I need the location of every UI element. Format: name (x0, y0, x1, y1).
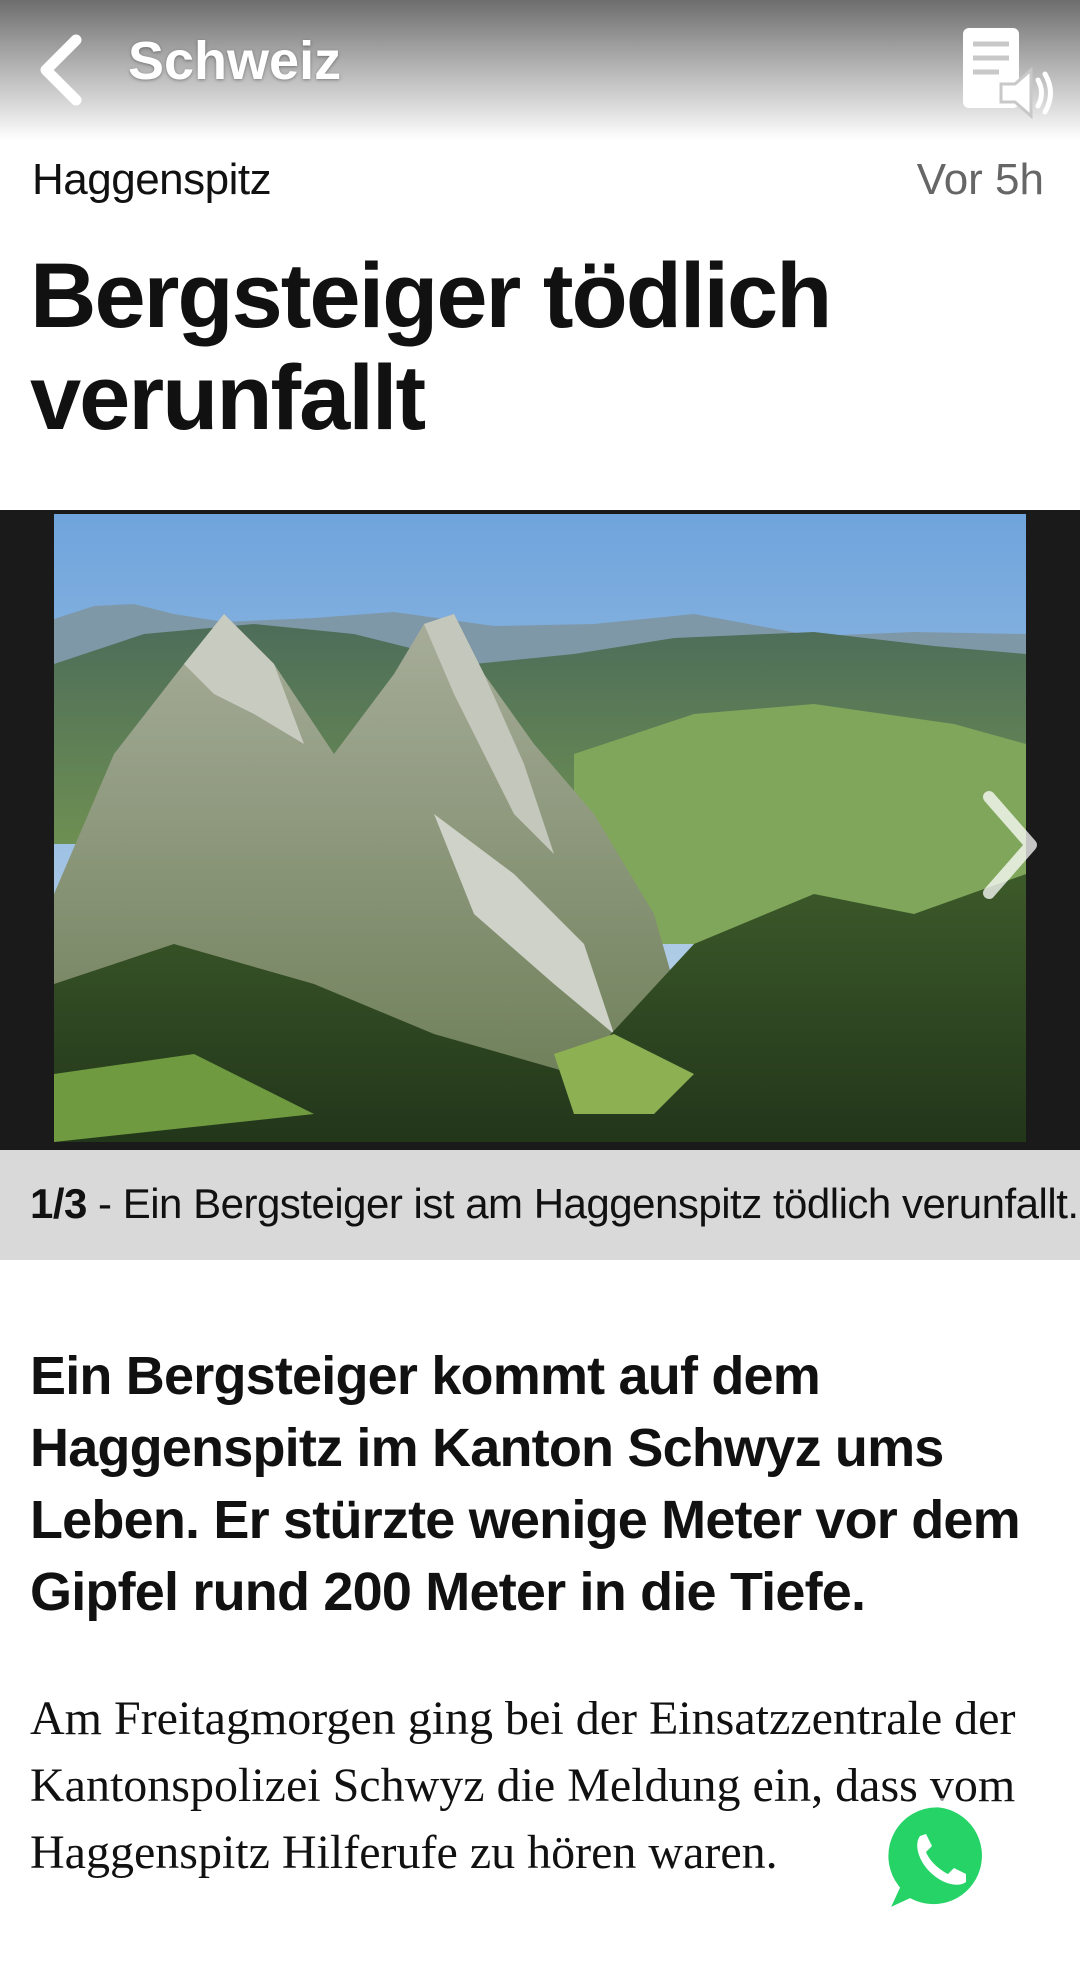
gallery-next-button[interactable] (975, 785, 1045, 905)
gallery-caption: 1/3 - Ein Bergsteiger ist am Haggenspitz… (30, 1180, 1079, 1228)
app-header: Schweiz (0, 0, 1080, 140)
image-gallery[interactable] (0, 510, 1080, 1150)
read-aloud-button[interactable] (955, 22, 1055, 122)
back-button[interactable] (28, 30, 98, 110)
whatsapp-icon (876, 1798, 1002, 1922)
whatsapp-share-button[interactable] (870, 1790, 1010, 1930)
gallery-caption-bar: 1/3 - Ein Bergsteiger ist am Haggenspitz… (0, 1150, 1080, 1260)
read-aloud-icon (963, 28, 1053, 120)
article-timestamp: Vor 5h (916, 155, 1044, 204)
chevron-left-icon (40, 34, 82, 106)
section-title: Schweiz (128, 31, 342, 91)
chevron-right-icon (983, 791, 1037, 899)
article-kicker: Haggenspitz (32, 155, 272, 204)
article-lead: Ein Bergsteiger kommt auf dem Haggenspit… (30, 1346, 1021, 1622)
mountain-photo (54, 514, 1026, 1142)
gallery-counter: 1/3 (30, 1180, 87, 1227)
article-headline: Bergsteiger tödlich verunfallt (30, 245, 832, 449)
gallery-caption-text: - Ein Bergsteiger ist am Haggenspitz töd… (86, 1180, 1079, 1227)
